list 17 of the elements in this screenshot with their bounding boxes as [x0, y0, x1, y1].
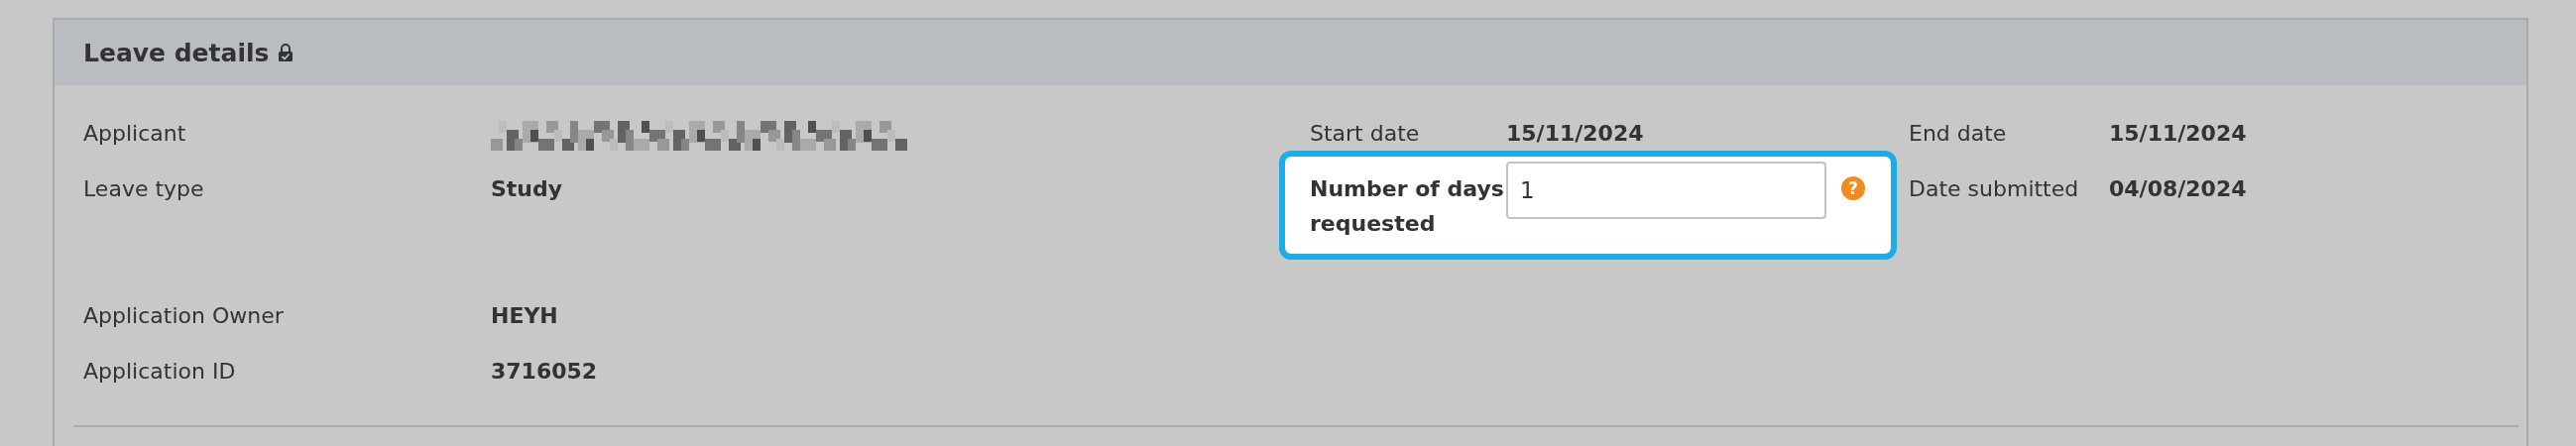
input-field[interactable]: 1	[1506, 162, 1826, 219]
field-label: End date	[1909, 120, 2008, 148]
field-label: Application Owner	[83, 302, 285, 330]
field-label: Leave type	[83, 175, 205, 203]
field-value: Study	[491, 175, 563, 203]
field-label: Number of days requested	[1310, 175, 1505, 238]
panel-title: Leave details	[83, 38, 270, 67]
field-label: Applicant	[83, 120, 187, 148]
field-value: 15/11/2024	[1506, 120, 1644, 148]
field-label: Date submitted	[1909, 175, 2080, 203]
field-value: 04/08/2024	[2109, 175, 2247, 203]
field-value: 3716052	[491, 358, 598, 386]
field-value: 15/11/2024	[2109, 120, 2247, 148]
field-value: HEYH	[491, 302, 558, 330]
field-label: Start date	[1310, 120, 1421, 148]
field-label: Application ID	[83, 358, 237, 386]
lock-check-icon	[279, 44, 293, 61]
